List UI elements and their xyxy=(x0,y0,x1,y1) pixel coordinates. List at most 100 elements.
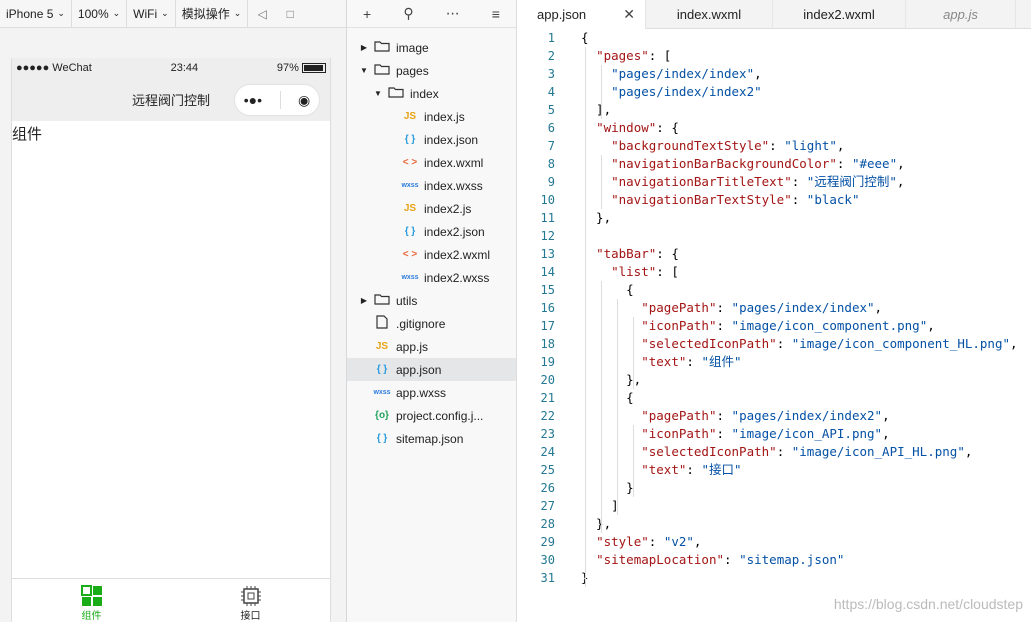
expanded-arrow-icon[interactable]: ▼ xyxy=(373,89,383,98)
code-line[interactable]: "style": "v2", xyxy=(581,533,701,551)
code-line[interactable]: "tabBar": { xyxy=(581,245,679,263)
tab-api-label: 接口 xyxy=(240,611,261,622)
js-file-icon: JS xyxy=(403,203,417,214)
collapsed-arrow-icon[interactable]: ▶ xyxy=(359,296,369,305)
code-line[interactable]: "text": "接口" xyxy=(581,461,741,479)
search-icon[interactable]: ⚲ xyxy=(403,5,413,22)
line-number: 9 xyxy=(547,175,555,189)
code-line[interactable]: "navigationBarTextStyle": "black" xyxy=(581,191,859,209)
page-content: 组件 xyxy=(12,126,43,143)
more-icon[interactable]: •●• xyxy=(244,92,262,108)
code-line[interactable]: ] xyxy=(581,497,619,515)
code-line[interactable]: "pagePath": "pages/index/index", xyxy=(581,299,882,317)
volume-icon[interactable]: ◁ xyxy=(248,0,276,28)
tree-item[interactable]: < > index.wxml xyxy=(347,151,516,174)
tree-item-label: index2.wxss xyxy=(424,270,490,285)
chevron-down-icon: ⌄ xyxy=(233,8,242,18)
tree-item[interactable]: { } app.json xyxy=(347,358,516,381)
simulate-select[interactable]: 模拟操作 ⌄ xyxy=(176,0,249,28)
code-line[interactable]: "pages/index/index", xyxy=(581,65,762,83)
tab-api[interactable]: 接口 xyxy=(171,579,330,622)
code-line[interactable]: "pages/index/index2" xyxy=(581,83,762,101)
line-number: 30 xyxy=(540,553,555,567)
line-number: 21 xyxy=(540,391,555,405)
phone-screen: ●●●●● WeChat 23:44 97% 远程阀门控制 •●• ◉ 组件 组… xyxy=(11,58,331,622)
tree-item[interactable]: JS index2.js xyxy=(347,197,516,220)
tab-app-js[interactable]: app.js xyxy=(906,0,1016,29)
file-explorer: + ⚲ ⋯ ≡ ▶ image ▼ pages ▼ index JS index.js { } i… xyxy=(347,0,517,622)
line-number: 4 xyxy=(547,85,555,99)
tree-item-label: index2.json xyxy=(424,224,485,239)
simulator-panel: iPhone 5 ⌄ 100% ⌄ WiFi ⌄ 模拟操作 ⌄ ◁ □ ●●●●● We… xyxy=(0,0,347,622)
editor-tabs: app.json ✕ index.wxml index2.wxml app.js xyxy=(517,0,1031,29)
line-number: 29 xyxy=(540,535,555,549)
code-line[interactable]: { xyxy=(581,29,589,47)
code-line[interactable]: "text": "组件" xyxy=(581,353,741,371)
wxml-file-icon: < > xyxy=(402,157,418,168)
tree-item[interactable]: { } index2.json xyxy=(347,220,516,243)
phone-tab-bar: 组件 接口 xyxy=(12,578,330,622)
tree-item[interactable]: JS app.js xyxy=(347,335,516,358)
tree-item[interactable]: JS index.js xyxy=(347,105,516,128)
tree-item[interactable]: ▼ index xyxy=(347,82,516,105)
window-icon[interactable]: □ xyxy=(276,0,304,28)
code-line[interactable]: "iconPath": "image/icon_component.png", xyxy=(581,317,935,335)
collapse-icon[interactable]: ≡ xyxy=(492,6,500,22)
close-icon[interactable]: ◉ xyxy=(298,92,310,109)
collapsed-arrow-icon[interactable]: ▶ xyxy=(359,43,369,52)
indent-guide xyxy=(601,155,602,209)
code-line[interactable]: { xyxy=(581,389,634,407)
battery-indicator: 97% xyxy=(277,62,326,74)
code-line[interactable]: "sitemapLocation": "sitemap.json" xyxy=(581,551,844,569)
code-line[interactable]: "selectedIconPath": "image/icon_componen… xyxy=(581,335,1017,353)
line-number: 15 xyxy=(540,283,555,297)
capsule-button[interactable]: •●• ◉ xyxy=(234,84,320,116)
code-line[interactable]: "backgroundTextStyle": "light", xyxy=(581,137,844,155)
tree-item-label: index.js xyxy=(424,109,465,124)
close-icon[interactable]: ✕ xyxy=(623,6,635,23)
tree-item[interactable]: {o} project.config.j... xyxy=(347,404,516,427)
tab-index-wxml[interactable]: index.wxml xyxy=(646,0,773,29)
code-line[interactable]: { xyxy=(581,281,634,299)
code-line[interactable]: "navigationBarBackgroundColor": "#eee", xyxy=(581,155,905,173)
add-icon[interactable]: + xyxy=(363,6,371,22)
device-select[interactable]: iPhone 5 ⌄ xyxy=(0,0,72,28)
code-line[interactable]: "list": [ xyxy=(581,263,679,281)
tab-index2-wxml[interactable]: index2.wxml xyxy=(773,0,906,29)
code-line[interactable]: "window": { xyxy=(581,119,679,137)
tab-label: app.json xyxy=(537,7,587,22)
code-line[interactable]: "pages": [ xyxy=(581,47,671,65)
zoom-select[interactable]: 100% ⌄ xyxy=(72,0,128,28)
tab-component[interactable]: 组件 xyxy=(12,579,171,622)
chip-icon xyxy=(240,586,261,606)
carrier-label: ●●●●● WeChat xyxy=(16,62,92,74)
tree-item[interactable]: wxss index.wxss xyxy=(347,174,516,197)
tree-item[interactable]: wxss index2.wxss xyxy=(347,266,516,289)
tree-item[interactable]: { } index.json xyxy=(347,128,516,151)
line-number: 1 xyxy=(547,31,555,45)
json-file-icon: { } xyxy=(404,134,416,145)
tree-item[interactable]: ▶ utils xyxy=(347,289,516,312)
tree-item-label: pages xyxy=(396,63,429,78)
tree-item[interactable]: wxss app.wxss xyxy=(347,381,516,404)
code-line[interactable]: "pagePath": "pages/index/index2", xyxy=(581,407,889,425)
tree-item[interactable]: ▶ image xyxy=(347,36,516,59)
network-select[interactable]: WiFi ⌄ xyxy=(127,0,176,28)
more-icon[interactable]: ⋯ xyxy=(446,5,460,22)
expanded-arrow-icon[interactable]: ▼ xyxy=(359,66,369,75)
tree-item[interactable]: ▼ pages xyxy=(347,59,516,82)
code-line[interactable]: "iconPath": "image/icon_API.png", xyxy=(581,425,889,443)
network-select-label: WiFi xyxy=(133,6,158,21)
code-line[interactable]: "navigationBarTitleText": "远程阀门控制", xyxy=(581,173,904,191)
code-line[interactable]: "selectedIconPath": "image/icon_API_HL.p… xyxy=(581,443,972,461)
indent-guide xyxy=(617,299,618,515)
tree-item[interactable]: { } sitemap.json xyxy=(347,427,516,450)
tree-item[interactable]: .gitignore xyxy=(347,312,516,335)
tab-app-json[interactable]: app.json ✕ xyxy=(517,0,646,29)
line-number: 31 xyxy=(540,571,555,585)
code-line[interactable]: } xyxy=(581,479,634,497)
tree-item[interactable]: < > index2.wxml xyxy=(347,243,516,266)
tab-label: app.js xyxy=(943,7,978,22)
line-number: 18 xyxy=(540,337,555,351)
line-number: 20 xyxy=(540,373,555,387)
